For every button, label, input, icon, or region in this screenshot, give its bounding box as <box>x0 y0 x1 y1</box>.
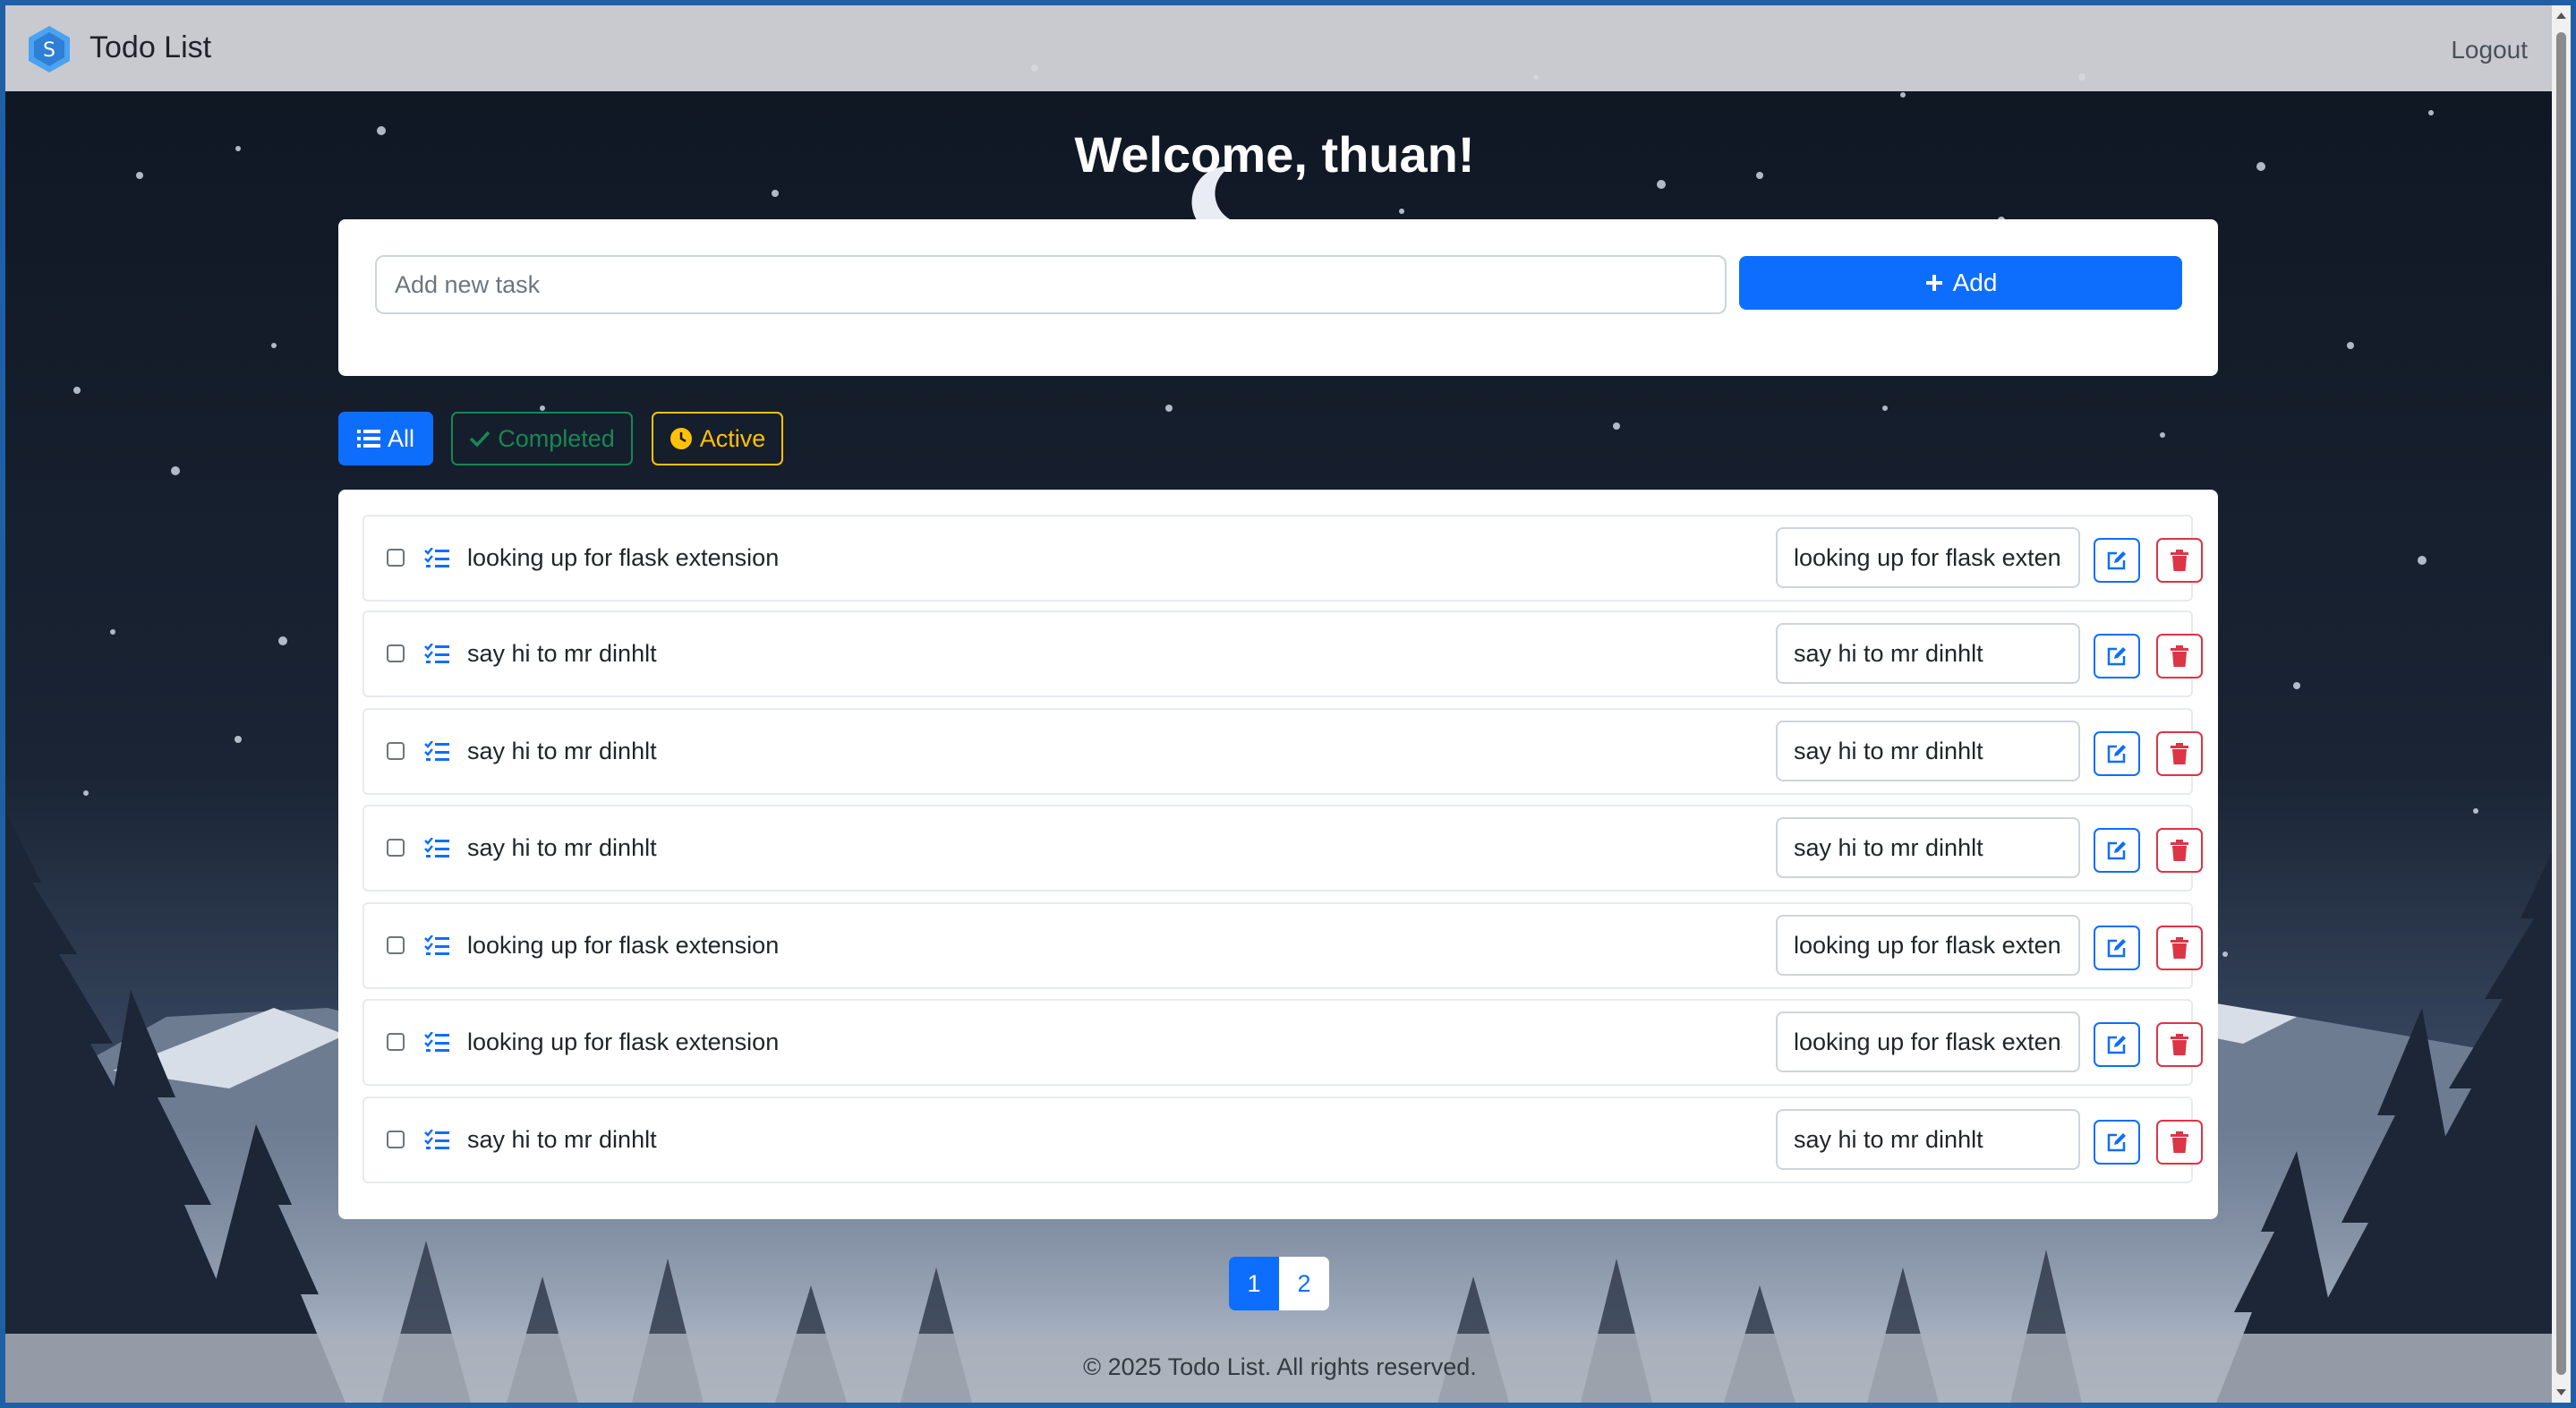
edit-task-button[interactable] <box>2094 926 2140 970</box>
trash-icon <box>2171 937 2188 959</box>
vertical-scrollbar[interactable] <box>2552 5 2571 1403</box>
list-check-icon <box>424 838 449 858</box>
edit-icon <box>2107 1036 2126 1054</box>
task-text: looking up for flask extension <box>467 544 780 571</box>
task-edit-input[interactable] <box>1776 721 2080 781</box>
delete-task-button[interactable] <box>2156 926 2203 970</box>
list-check-icon <box>424 935 449 955</box>
app-title[interactable]: Todo List <box>90 30 211 65</box>
add-button-label: Add <box>1952 269 1998 296</box>
task-checkbox[interactable] <box>387 936 405 954</box>
edit-task-button[interactable] <box>2094 731 2140 776</box>
task-edit-input[interactable] <box>1776 623 2080 684</box>
edit-icon <box>2107 745 2126 764</box>
clock-icon <box>670 428 692 449</box>
footer: © 2025 Todo List. All rights reserved. <box>5 1334 2555 1403</box>
add-task-card: Add <box>338 219 2218 376</box>
filter-all-button[interactable]: All <box>338 412 433 465</box>
list-check-icon <box>424 1130 449 1149</box>
edit-icon <box>2107 841 2126 860</box>
scroll-down-arrow-icon[interactable] <box>2555 1387 2568 1399</box>
filter-active-button[interactable]: Active <box>652 412 783 465</box>
task-row: say hi to mr dinhlt <box>363 708 2203 795</box>
scrollbar-thumb[interactable] <box>2556 32 2566 1375</box>
edit-icon <box>2107 939 2126 958</box>
list-check-icon <box>424 644 449 663</box>
delete-task-button[interactable] <box>2156 538 2203 583</box>
delete-task-button[interactable] <box>2156 828 2203 873</box>
new-task-input[interactable] <box>375 255 1727 314</box>
filter-completed-button[interactable]: Completed <box>451 412 633 465</box>
filter-all-label: All <box>387 424 414 452</box>
list-check-icon <box>424 741 449 761</box>
delete-task-button[interactable] <box>2156 634 2203 678</box>
scroll-up-arrow-icon[interactable] <box>2555 9 2568 21</box>
edit-task-button[interactable] <box>2094 1022 2140 1067</box>
trash-icon <box>2171 645 2188 667</box>
task-checkbox[interactable] <box>387 839 405 857</box>
edit-task-button[interactable] <box>2094 828 2140 873</box>
task-text: say hi to mr dinhlt <box>467 738 657 764</box>
trash-icon <box>2171 840 2188 861</box>
task-checkbox[interactable] <box>387 549 405 567</box>
task-checkbox[interactable] <box>387 1033 405 1051</box>
task-checkbox[interactable] <box>387 742 405 760</box>
task-edit-input[interactable] <box>1776 1011 2080 1072</box>
list-icon <box>356 430 380 448</box>
trash-icon <box>2171 550 2188 571</box>
edit-icon <box>2107 1133 2126 1152</box>
list-check-icon <box>424 1032 449 1052</box>
list-check-icon <box>424 548 449 567</box>
task-row: looking up for flask extension <box>363 902 2203 989</box>
task-row: looking up for flask extension <box>363 999 2203 1086</box>
delete-task-button[interactable] <box>2156 731 2203 776</box>
task-edit-input[interactable] <box>1776 915 2080 976</box>
filter-completed-label: Completed <box>498 424 615 452</box>
page-2-button[interactable]: 2 <box>1279 1257 1329 1310</box>
plus-icon <box>1925 275 1942 291</box>
edit-task-button[interactable] <box>2094 634 2140 678</box>
task-text: looking up for flask extension <box>467 1028 780 1055</box>
logout-link[interactable]: Logout <box>2451 36 2528 64</box>
task-row: say hi to mr dinhlt <box>363 610 2203 697</box>
add-task-button[interactable]: Add <box>1739 256 2182 310</box>
task-edit-input[interactable] <box>1776 527 2080 588</box>
task-row: say hi to mr dinhlt <box>363 805 2203 892</box>
task-text: say hi to mr dinhlt <box>467 834 657 861</box>
task-edit-input[interactable] <box>1776 817 2080 878</box>
task-checkbox[interactable] <box>387 1131 405 1148</box>
check-icon <box>469 431 490 448</box>
trash-icon <box>2171 1034 2188 1055</box>
welcome-heading: Welcome, thuan! <box>1074 126 1475 183</box>
task-checkbox[interactable] <box>387 644 405 662</box>
edit-icon <box>2107 647 2126 666</box>
task-text: say hi to mr dinhlt <box>467 1126 657 1153</box>
edit-task-button[interactable] <box>2094 1120 2140 1165</box>
pagination: 1 2 <box>1229 1257 1329 1310</box>
footer-copyright: © 2025 Todo List. All rights reserved. <box>1083 1353 1477 1380</box>
svg-text:S: S <box>43 39 55 62</box>
app-logo-icon[interactable]: S <box>23 23 75 75</box>
page-1-button[interactable]: 1 <box>1229 1257 1279 1310</box>
trash-icon <box>2171 1131 2188 1153</box>
task-row: looking up for flask extension <box>363 515 2203 602</box>
trash-icon <box>2171 743 2188 764</box>
filter-active-label: Active <box>699 424 766 452</box>
task-text: looking up for flask extension <box>467 932 780 959</box>
edit-task-button[interactable] <box>2094 538 2140 583</box>
edit-icon <box>2107 551 2126 570</box>
task-list-card: looking up for flask extension say hi to… <box>338 490 2218 1219</box>
top-navbar: S Todo List Logout <box>5 5 2555 91</box>
task-text: say hi to mr dinhlt <box>467 640 657 667</box>
delete-task-button[interactable] <box>2156 1120 2203 1165</box>
delete-task-button[interactable] <box>2156 1022 2203 1067</box>
task-edit-input[interactable] <box>1776 1109 2080 1170</box>
task-row: say hi to mr dinhlt <box>363 1097 2203 1183</box>
